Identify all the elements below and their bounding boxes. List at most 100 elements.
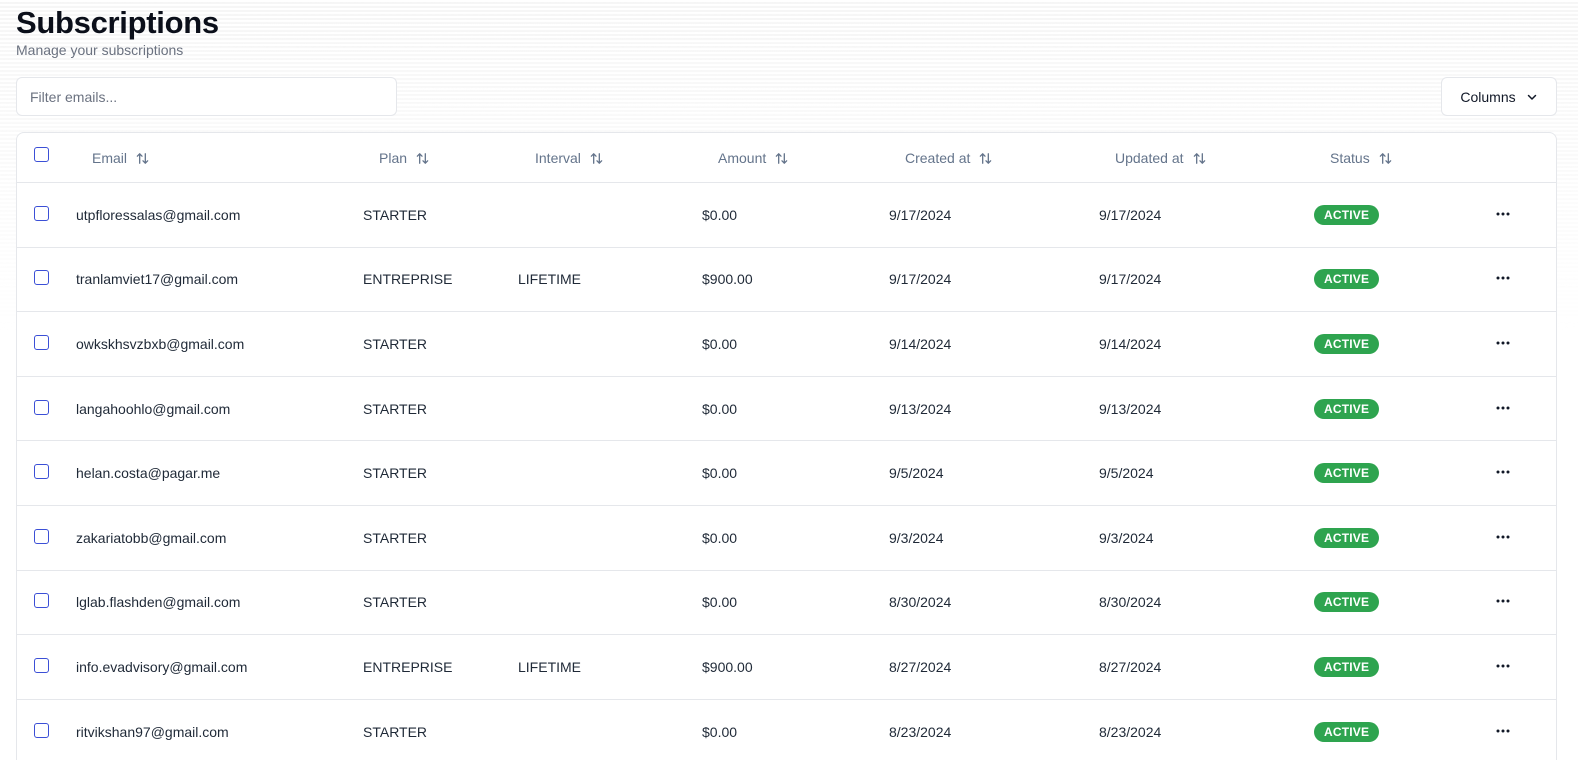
sort-arrows-icon[interactable] [1378,151,1393,166]
status-badge: ACTIVE [1314,527,1380,548]
more-horizontal-icon[interactable] [1495,664,1511,668]
subscriptions-table: Email Plan Interval Amount Created at Updated… [16,132,1557,760]
more-horizontal-icon[interactable] [1495,599,1511,603]
more-horizontal-icon[interactable] [1495,470,1511,474]
cell-amount: $0.00 [702,723,738,740]
status-cell: ACTIVE [1314,312,1380,376]
cell-amount: $0.00 [702,335,738,352]
cell-plan: STARTER [363,400,428,417]
cell-created: 9/14/2024 [889,335,952,352]
column-header-label: Plan [379,150,408,166]
row-checkbox[interactable] [34,270,49,286]
column-header-label: Interval [535,150,581,166]
status-cell: ACTIVE [1314,571,1380,635]
cell-amount: $0.00 [702,206,738,223]
status-badge: ACTIVE [1314,333,1380,354]
status-cell: ACTIVE [1314,635,1380,699]
cell-plan: STARTER [363,529,428,546]
cell-updated: 8/23/2024 [1099,723,1162,740]
filter-emails-input[interactable] [16,77,397,116]
cell-amount: $900.00 [702,271,753,288]
cell-email: ritvikshan97@gmail.com [76,723,229,740]
sort-arrows-icon[interactable] [1192,151,1207,166]
sort-arrows-icon[interactable] [135,151,150,166]
status-badge: ACTIVE [1314,204,1380,225]
cell-amount: $0.00 [702,529,738,546]
status-cell: ACTIVE [1314,700,1380,760]
column-header-created[interactable]: Created at [905,133,993,183]
column-header-amount[interactable]: Amount [718,133,789,183]
cell-email: langahoohlo@gmail.com [76,400,231,417]
table-row: info.evadvisory@gmail.com ENTREPRISE LIFET… [17,635,1556,700]
status-cell: ACTIVE [1314,441,1380,505]
status-cell: ACTIVE [1314,248,1380,312]
table-row: zakariatobb@gmail.com STARTER $0.00 9/3/202… [17,506,1556,571]
cell-amount: $0.00 [702,400,738,417]
column-header-label: Created at [905,150,971,166]
more-horizontal-icon[interactable] [1495,406,1511,410]
page-title: Subscriptions [16,5,219,40]
cell-email: utpfloressalas@gmail.com [76,206,241,223]
more-horizontal-icon[interactable] [1495,341,1511,345]
more-horizontal-icon[interactable] [1495,212,1511,216]
row-checkbox[interactable] [34,593,49,609]
status-badge: ACTIVE [1314,463,1380,484]
cell-email: tranlamviet17@gmail.com [76,271,239,288]
cell-plan: ENTREPRISE [363,658,453,675]
status-cell: ACTIVE [1314,377,1380,441]
cell-plan: STARTER [363,335,428,352]
columns-button-label: Columns [1460,88,1516,105]
table-row: tranlamviet17@gmail.com ENTREPRISE LIFETIM… [17,248,1556,313]
row-checkbox[interactable] [34,205,49,221]
row-checkbox[interactable] [34,334,49,350]
sort-arrows-icon[interactable] [589,151,604,166]
status-cell: ACTIVE [1314,183,1380,247]
table-row: owkskhsvzbxb@gmail.com STARTER $0.00 9/14/2… [17,312,1556,377]
cell-email: lglab.flashden@gmail.com [76,594,241,611]
cell-email: zakariatobb@gmail.com [76,529,227,546]
cell-amount: $900.00 [702,658,753,675]
cell-updated: 8/30/2024 [1099,594,1162,611]
cell-updated: 9/13/2024 [1099,400,1162,417]
table-row: langahoohlo@gmail.com STARTER $0.00 9/13/20… [17,377,1556,442]
column-header-interval[interactable]: Interval [535,133,604,183]
page-header: Subscriptions Manage your subscriptions [16,5,219,59]
more-horizontal-icon[interactable] [1495,276,1511,280]
cell-updated: 8/27/2024 [1099,658,1162,675]
cell-plan: STARTER [363,465,428,482]
status-badge: ACTIVE [1314,721,1380,742]
cell-plan: STARTER [363,206,428,223]
more-horizontal-icon[interactable] [1495,729,1511,733]
column-header-label: Updated at [1115,150,1184,166]
table-body: utpfloressalas@gmail.com STARTER $0.00 9/17… [17,183,1556,760]
column-header-updated[interactable]: Updated at [1115,133,1207,183]
cell-amount: $0.00 [702,594,738,611]
row-checkbox[interactable] [34,528,49,544]
cell-email: helan.costa@pagar.me [76,465,221,482]
row-checkbox[interactable] [34,464,49,480]
row-checkbox[interactable] [34,399,49,415]
cell-created: 9/3/2024 [889,529,944,546]
status-badge: ACTIVE [1314,592,1380,613]
row-checkbox[interactable] [34,722,49,738]
column-header-email[interactable]: Email [92,133,150,183]
cell-created: 9/13/2024 [889,400,952,417]
sort-arrows-icon[interactable] [415,151,430,166]
cell-created: 9/17/2024 [889,271,952,288]
table-row: lglab.flashden@gmail.com STARTER $0.00 8/30… [17,571,1556,636]
more-horizontal-icon[interactable] [1495,535,1511,539]
sort-arrows-icon[interactable] [774,151,789,166]
column-header-label: Email [92,150,128,166]
cell-amount: $0.00 [702,465,738,482]
row-checkbox[interactable] [34,657,49,673]
sort-arrows-icon[interactable] [978,151,993,166]
column-header-plan[interactable]: Plan [379,133,430,183]
columns-button[interactable]: Columns [1441,77,1557,116]
column-header-status[interactable]: Status [1330,133,1393,183]
status-cell: ACTIVE [1314,506,1380,570]
select-all-checkbox[interactable] [34,146,49,162]
chevron-down-icon [1527,94,1536,100]
cell-updated: 9/3/2024 [1099,529,1154,546]
cell-updated: 9/5/2024 [1099,465,1154,482]
table-row: helan.costa@pagar.me STARTER $0.00 9/5/2024… [17,441,1556,506]
